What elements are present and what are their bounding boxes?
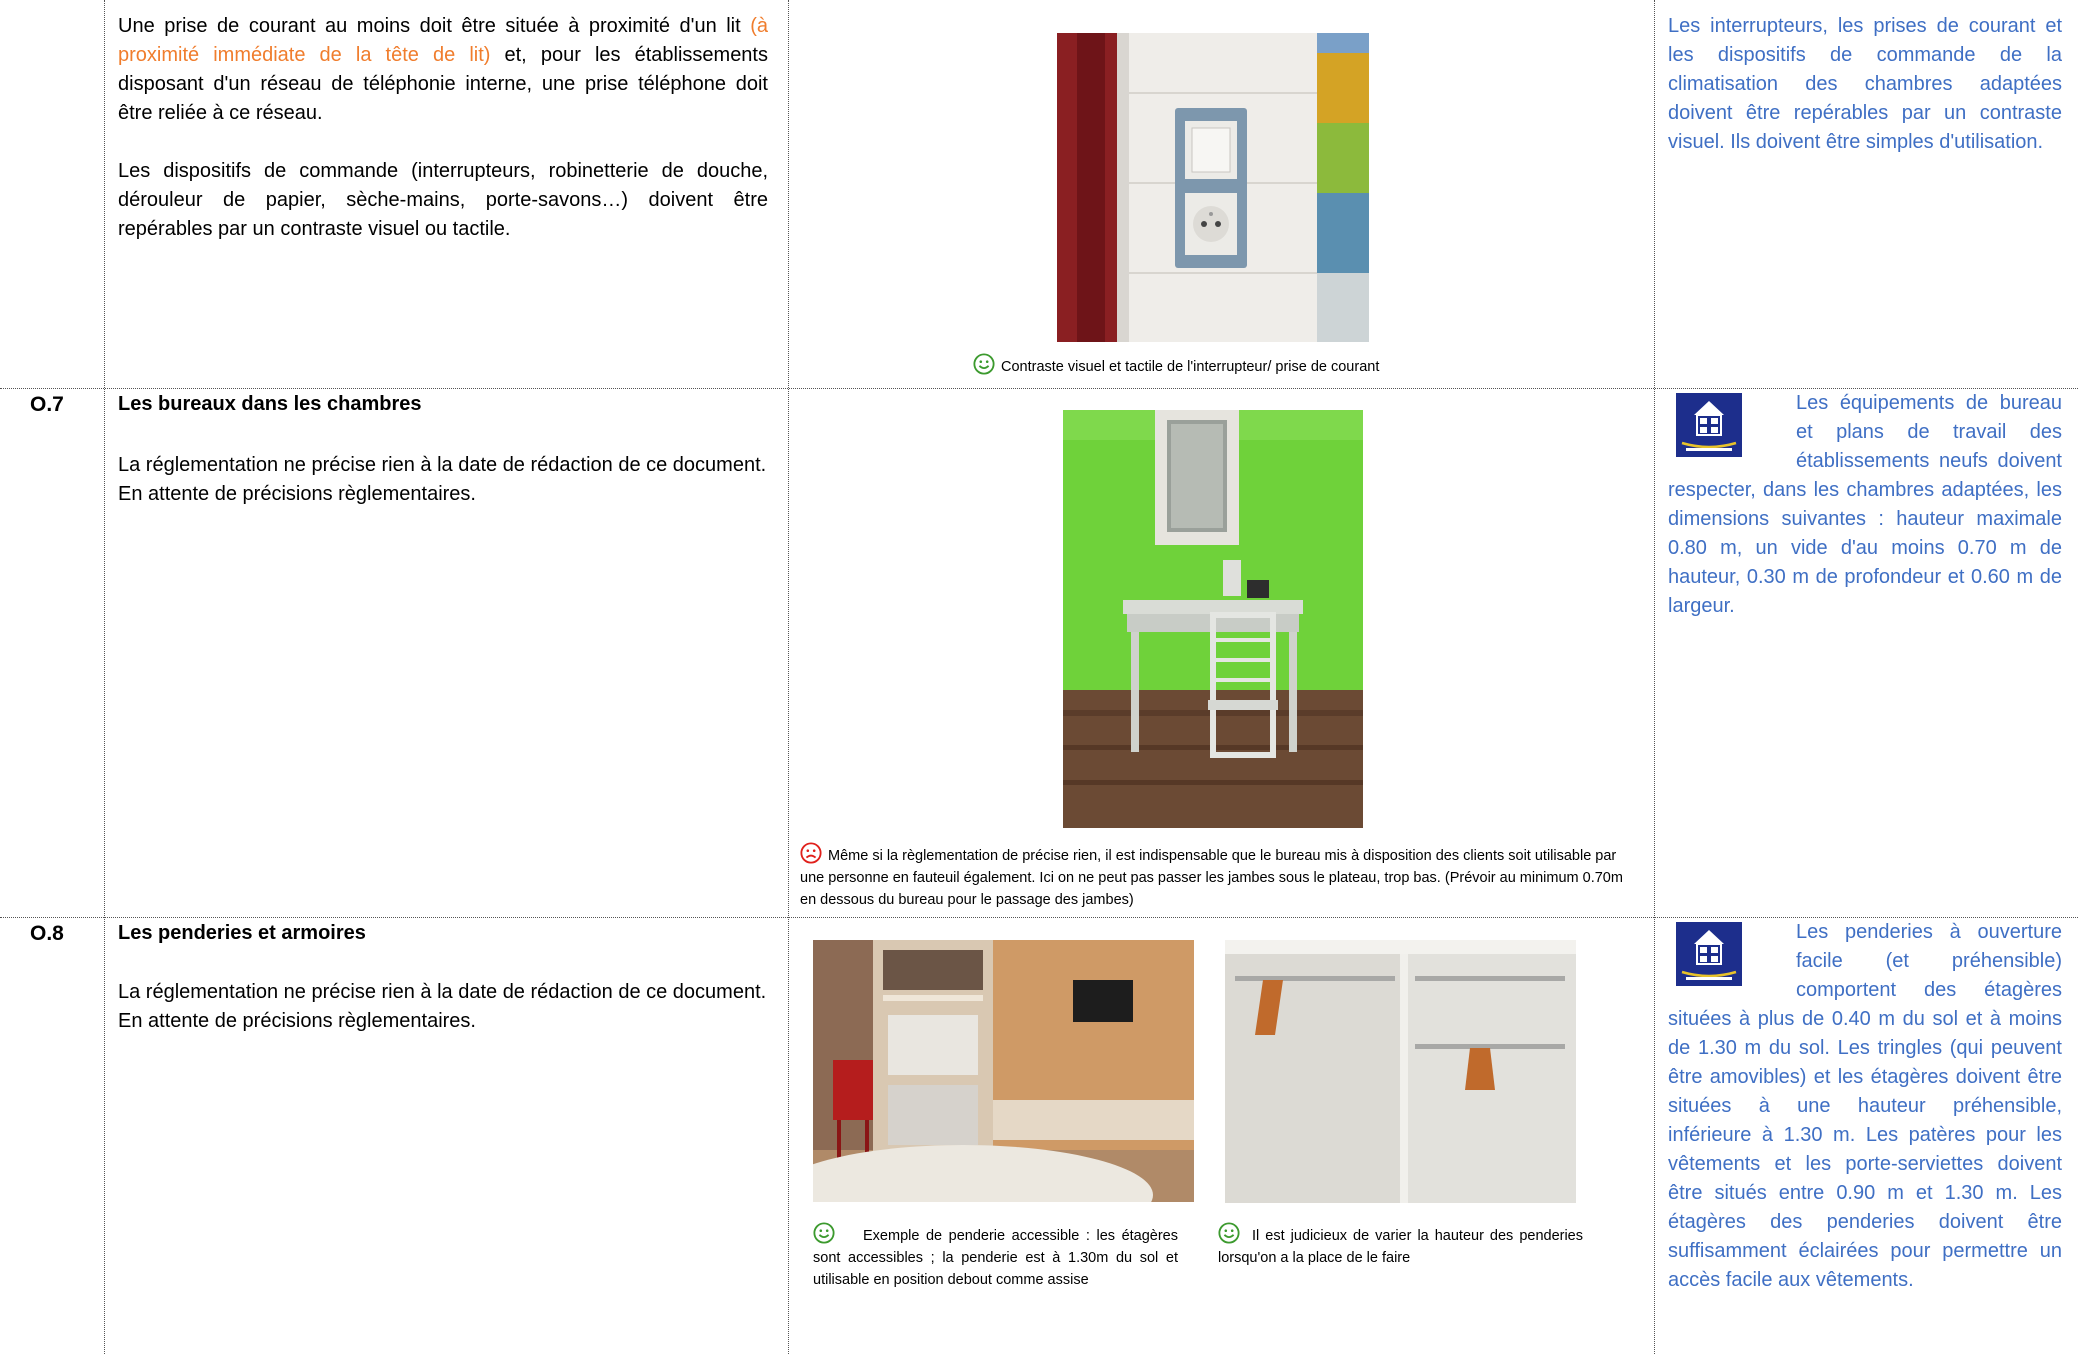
open-wardrobe-photo (1225, 940, 1576, 1203)
description-line: En attente de précisions règlementaires. (118, 1010, 476, 1032)
accessibility-label-logo (1676, 393, 1742, 457)
caption-text: Même si la règlementation de précise rie… (800, 848, 1623, 908)
column-divider (788, 0, 789, 1354)
description-paragraph: Une prise de courant au moins doit être … (118, 15, 768, 124)
column-divider (1654, 0, 1655, 1354)
photo-caption: Exemple de penderie accessible : les éta… (813, 1222, 1178, 1291)
photo-caption: Contraste visuel et tactile de l'interru… (973, 353, 1533, 378)
smiley-sad-icon (800, 842, 822, 864)
row-description: La réglementation ne précise rien à la d… (118, 978, 768, 1036)
row-description: La réglementation ne précise rien à la d… (118, 451, 768, 509)
caption-text: Exemple de penderie accessible : les éta… (813, 1228, 1178, 1288)
switch-socket-photo (1057, 33, 1369, 342)
column-divider (104, 0, 105, 1354)
smiley-happy-icon (973, 353, 995, 375)
smiley-happy-icon (813, 1222, 835, 1244)
caption-text: Contraste visuel et tactile de l'interru… (1001, 359, 1380, 375)
row-code: O.8 (30, 922, 64, 945)
photo-caption: Il est judicieux de varier la hauteur de… (1218, 1222, 1583, 1269)
row-title: Les bureaux dans les chambres (118, 393, 422, 415)
row-code: O.7 (30, 393, 64, 416)
smiley-happy-icon (1218, 1222, 1240, 1244)
recommendation-block: Les penderies à ouverture facile (et pré… (1668, 918, 2062, 1295)
description-paragraph: Les dispositifs de commande (interrupteu… (118, 160, 768, 240)
row-description: Une prise de courant au moins doit être … (118, 12, 768, 244)
caption-text: Il est judicieux de varier la hauteur de… (1218, 1228, 1583, 1266)
wardrobe-room-photo (813, 940, 1194, 1202)
photo-caption: Même si la règlementation de précise rie… (800, 842, 1640, 911)
description-line: La réglementation ne précise rien à la d… (118, 454, 767, 476)
description-line: La réglementation ne précise rien à la d… (118, 981, 767, 1003)
row-title: Les penderies et armoires (118, 922, 366, 944)
description-line: En attente de précisions règlementaires. (118, 483, 476, 505)
recommendation-block: Les équipements de bureau et plans de tr… (1668, 389, 2062, 621)
recommendation-text: Les interrupteurs, les prises de courant… (1668, 15, 2062, 153)
desk-photo (1063, 410, 1363, 828)
accessibility-label-logo (1676, 922, 1742, 986)
